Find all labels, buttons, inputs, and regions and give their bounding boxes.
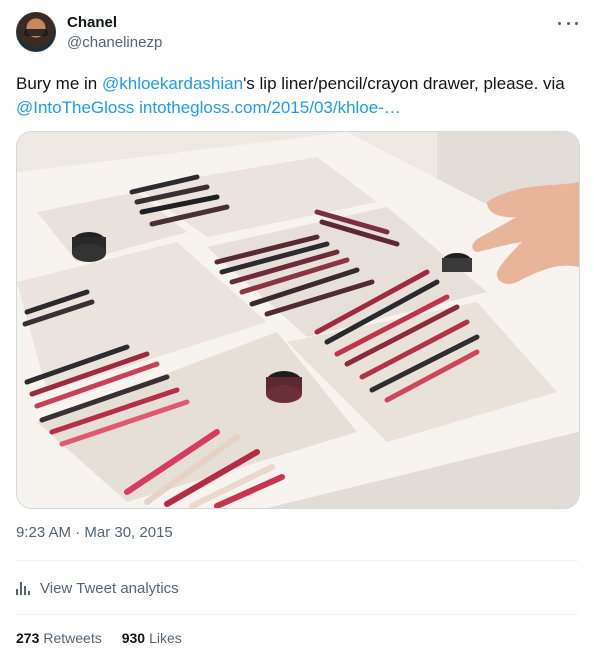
- bar-chart-icon: [16, 581, 34, 595]
- likes-stat[interactable]: 930 Likes: [122, 630, 182, 646]
- likes-label: Likes: [149, 630, 182, 646]
- mention-link[interactable]: @khloekardashian: [102, 74, 243, 93]
- tweet-timestamp[interactable]: 9:23 AM · Mar 30, 2015: [16, 524, 173, 541]
- retweets-stat[interactable]: 273 Retweets: [16, 630, 102, 646]
- tweet-photo[interactable]: [16, 131, 580, 509]
- likes-count: 930: [121, 630, 146, 646]
- retweets-label: Retweets: [43, 630, 102, 646]
- divider: [16, 560, 578, 561]
- tweet-text-part: 's lip liner/pencil/crayon drawer, pleas…: [243, 74, 565, 93]
- view-analytics-button[interactable]: View Tweet analytics: [16, 577, 179, 599]
- via-mention-link[interactable]: @IntoTheGloss: [16, 98, 134, 117]
- article-link[interactable]: intothegloss.com/2015/03/khloe-…: [139, 98, 401, 117]
- analytics-label: View Tweet analytics: [40, 579, 179, 597]
- author-handle[interactable]: @chanelinezp: [67, 34, 162, 51]
- tweet-header: Chanel @chanelinezp: [16, 12, 578, 56]
- author-name[interactable]: Chanel: [67, 14, 117, 31]
- tweet-text: Bury me in @khloekardashian's lip liner/…: [16, 72, 580, 120]
- divider: [16, 614, 578, 615]
- avatar[interactable]: [16, 12, 56, 52]
- engagement-stats: 273 Retweets 930 Likes: [16, 630, 182, 646]
- tweet-text-part: Bury me in: [16, 74, 102, 93]
- makeup-drawer-photo: [17, 132, 579, 508]
- more-options-icon[interactable]: [558, 14, 578, 32]
- retweets-count: 273: [16, 630, 40, 646]
